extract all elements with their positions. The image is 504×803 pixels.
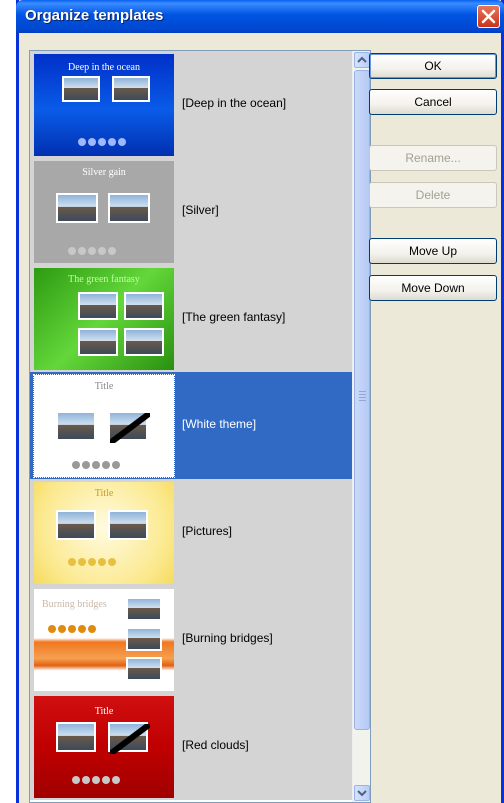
template-label: [Deep in the ocean] bbox=[182, 96, 287, 110]
title-bar[interactable]: Organize templates bbox=[16, 0, 504, 33]
template-label: [White theme] bbox=[182, 417, 257, 431]
template-thumbnail-title: Title bbox=[94, 381, 114, 392]
template-list-item[interactable]: Title [White theme] bbox=[30, 372, 352, 479]
template-label: [Burning bridges] bbox=[182, 631, 273, 645]
ok-button[interactable]: OK bbox=[369, 53, 497, 79]
rename-button[interactable]: Rename... bbox=[369, 145, 497, 171]
close-icon bbox=[481, 9, 496, 24]
template-thumbnail: The green fantasy bbox=[34, 268, 174, 370]
template-list-item[interactable]: Title [Red clouds] bbox=[30, 693, 352, 800]
template-thumbnail: Burning bridges bbox=[34, 589, 174, 691]
scroll-up-icon bbox=[357, 56, 367, 63]
cancel-button[interactable]: Cancel bbox=[369, 89, 497, 115]
template-thumbnail: Deep in the ocean bbox=[34, 54, 174, 156]
templates-list[interactable]: Deep in the ocean [Deep in the ocean] Silv… bbox=[29, 50, 371, 803]
delete-button[interactable]: Delete bbox=[369, 182, 497, 208]
templates-list-items: Deep in the ocean [Deep in the ocean] Silv… bbox=[30, 51, 352, 800]
template-label: [Red clouds] bbox=[182, 738, 249, 752]
template-list-item[interactable]: Silver gain [Silver] bbox=[30, 158, 352, 265]
template-label: [Pictures] bbox=[182, 524, 233, 538]
template-list-item[interactable]: Burning bridges [Burning bridges] bbox=[30, 586, 352, 693]
template-thumbnail: Silver gain bbox=[34, 161, 174, 263]
vertical-scrollbar[interactable] bbox=[352, 51, 370, 802]
organize-templates-dialog: Organize templates Deep in the ocean [Dee… bbox=[16, 0, 504, 803]
template-thumbnail-title: Silver gain bbox=[82, 167, 126, 178]
template-label: [Silver] bbox=[182, 203, 219, 217]
scroll-up-button[interactable] bbox=[354, 52, 370, 68]
template-thumbnail-title: Deep in the ocean bbox=[68, 62, 140, 73]
template-thumbnail-title: Title bbox=[94, 488, 114, 499]
scroll-down-icon bbox=[357, 790, 367, 797]
window-title: Organize templates bbox=[25, 7, 164, 24]
move-up-button[interactable]: Move Up bbox=[369, 238, 497, 264]
scroll-down-button[interactable] bbox=[354, 785, 370, 801]
close-button[interactable] bbox=[477, 5, 500, 28]
template-list-item[interactable]: Deep in the ocean [Deep in the ocean] bbox=[30, 51, 352, 158]
template-thumbnail: Title bbox=[33, 374, 175, 478]
template-thumbnail-title: The green fantasy bbox=[68, 274, 140, 285]
template-label: [The green fantasy] bbox=[182, 310, 286, 324]
scrollbar-thumb[interactable] bbox=[354, 70, 370, 730]
template-thumbnail-title: Burning bridges bbox=[42, 599, 107, 610]
move-down-button[interactable]: Move Down bbox=[369, 275, 497, 301]
template-thumbnail: Title bbox=[34, 696, 174, 798]
template-list-item[interactable]: The green fantasy [The green fantasy] bbox=[30, 265, 352, 372]
template-list-item[interactable]: Title [Pictures] bbox=[30, 479, 352, 586]
template-thumbnail-title: Title bbox=[94, 706, 114, 717]
template-thumbnail: Title bbox=[34, 482, 174, 584]
